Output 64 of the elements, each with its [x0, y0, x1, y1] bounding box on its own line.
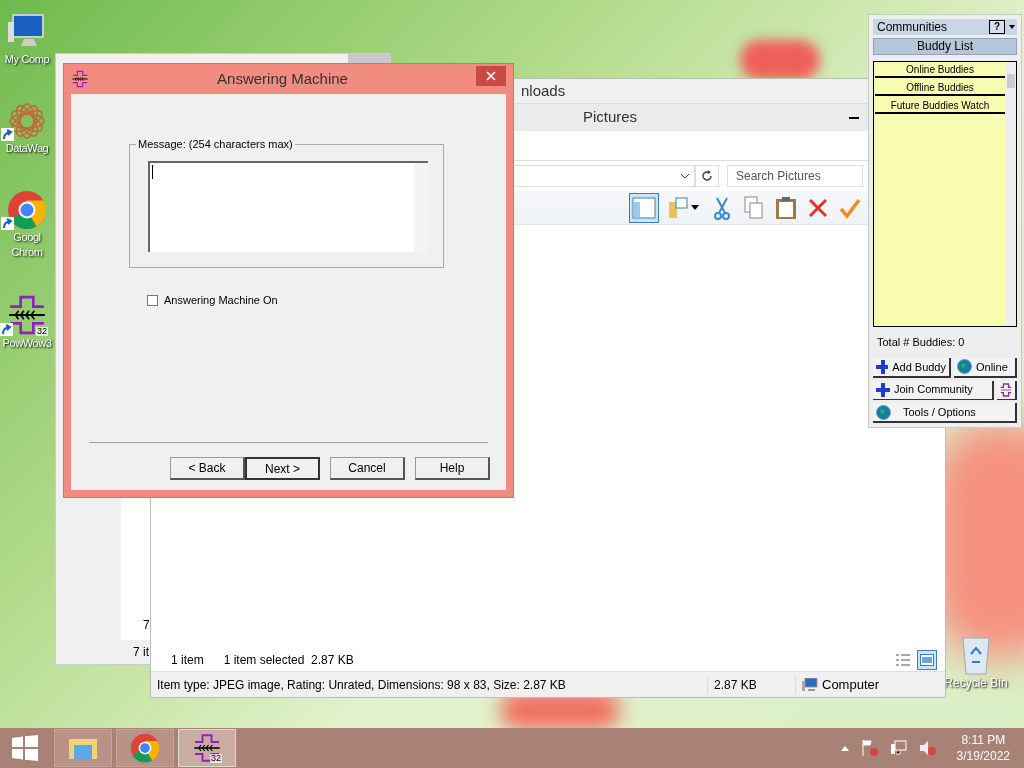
buddy-panel-button[interactable]: Online: [954, 357, 1017, 378]
community-icon-button[interactable]: [997, 380, 1017, 401]
buddy-list-title: Buddy List: [873, 37, 1017, 55]
globe-icon: [876, 404, 891, 420]
dialog-button[interactable]: Cancel: [330, 457, 405, 480]
caret-down-icon: [691, 204, 699, 211]
dialog-button[interactable]: Help: [415, 457, 490, 480]
item-details: Item type: JPEG image, Rating: Unrated, Dimensions: 98 x 83, Size: 2.87 KB: [156, 676, 567, 694]
refresh-button[interactable]: [695, 165, 719, 187]
layout-pane-button[interactable]: [629, 192, 659, 223]
taskbar-app-button[interactable]: 32: [178, 729, 236, 767]
taskbar-app-button[interactable]: [116, 729, 174, 767]
scrollbar[interactable]: [1006, 61, 1016, 327]
windows-logo-icon: [12, 735, 38, 761]
buddy-total: Total # Buddies: 0: [876, 335, 966, 351]
close-icon: [486, 71, 496, 81]
minimize-button[interactable]: [849, 116, 859, 119]
computer-icon: [802, 677, 818, 692]
folder-icon: [667, 195, 689, 220]
panel-header: Communities: [877, 20, 949, 33]
status-text: 7 it: [133, 644, 149, 661]
close-button[interactable]: [476, 66, 506, 86]
selection-info: 1 item selected 2.87 KB: [223, 652, 355, 669]
item-count: 1 item: [171, 652, 204, 669]
buddy-panel-button[interactable]: Join Community: [873, 380, 994, 401]
globe-icon: [957, 359, 972, 375]
group-label: Message: (254 characters max): [136, 137, 295, 151]
checkbox-label: Answering Machine On: [164, 293, 278, 308]
preview-view-button[interactable]: [917, 650, 937, 670]
buddy-group-button[interactable]: Offline Buddies: [875, 81, 1005, 96]
refresh-icon: [701, 170, 713, 182]
buddy-panel-button[interactable]: Add Buddy: [873, 357, 951, 378]
badge-number: 32: [210, 754, 222, 763]
search-field[interactable]: Search Pictures: [727, 165, 863, 187]
dialog-button[interactable]: < Back: [170, 457, 245, 480]
chrome-icon: [7, 190, 47, 230]
caret-up-icon[interactable]: [840, 745, 849, 751]
buddy-group-button[interactable]: Online Buddies: [875, 63, 1005, 78]
pane-title: Pictures: [581, 107, 639, 128]
app-icon: [71, 70, 89, 88]
plus-icon: [876, 382, 890, 397]
checkbox[interactable]: [147, 294, 158, 306]
chevron-down-icon: [680, 173, 690, 179]
message-field[interactable]: [148, 161, 428, 252]
plus-icon: [876, 359, 889, 374]
network-icon[interactable]: [890, 740, 907, 756]
dialog-title: Answering Machine: [216, 68, 349, 89]
flag-error-icon[interactable]: [860, 739, 879, 757]
buddy-panel-button[interactable]: Tools / Options: [873, 403, 1017, 423]
window-title: nloads: [521, 80, 567, 101]
close-icon: [807, 196, 829, 219]
buddy-group-button[interactable]: Future Buddies Watch: [875, 99, 1005, 114]
size-text: 2.87 KB: [707, 675, 795, 694]
dialog-button[interactable]: Next >: [245, 457, 320, 480]
zone-text: Computer: [822, 675, 880, 694]
desktop-icon-label[interactable]: Recycle Bin: [944, 676, 1008, 691]
volume-muted-icon[interactable]: [918, 739, 937, 757]
chrome-icon: [130, 733, 160, 763]
list-text: 7: [142, 617, 151, 634]
help-button[interactable]: ?: [989, 19, 1005, 34]
badge-number: 32: [36, 327, 48, 336]
powwow-icon: [1000, 381, 1012, 398]
star-pattern-icon: [7, 101, 47, 141]
scrollbar[interactable]: [414, 163, 428, 252]
